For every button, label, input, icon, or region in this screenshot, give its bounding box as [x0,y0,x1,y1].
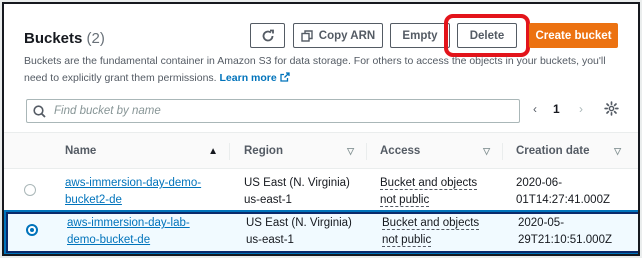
column-divider [366,143,367,160]
column-header-creation-date[interactable]: Creation date ▽ [516,133,621,169]
empty-label: Empty [402,29,438,42]
table-row[interactable]: aws-immersion-day-demo-bucket2-de US Eas… [4,169,638,212]
empty-button[interactable]: Empty [390,23,450,48]
bucket-access-text[interactable]: Bucket and objects not public [382,217,480,247]
delete-highlight-annotation [444,14,530,57]
column-label-region: Region [244,145,283,157]
bucket-name-link[interactable]: aws-immersion-day-lab-demo-bucket-de [67,215,217,249]
search-icon [33,104,46,118]
refresh-button[interactable] [250,23,285,48]
column-header-region[interactable]: Region ▽ [244,133,354,169]
copy-icon [301,29,313,42]
description-text: Buckets are the fundamental container in… [24,55,606,84]
pagination-page-number[interactable]: 1 [553,102,560,116]
learn-more-link[interactable]: Learn more [220,72,290,84]
search-input[interactable] [54,105,494,117]
row-select-radio-checked[interactable] [26,224,38,236]
pagination-next-button[interactable]: › [579,102,583,116]
create-bucket-label: Create bucket [535,29,612,42]
bucket-access: Bucket and objects not public [382,215,497,249]
title-text: Buckets [24,30,83,47]
external-link-icon [280,72,290,82]
column-label-name: Name [65,145,97,157]
copy-arn-label: Copy ARN [318,29,376,42]
row-select-radio[interactable] [24,184,36,196]
sort-caret-icon: ▽ [483,145,490,156]
column-divider [502,143,503,160]
bucket-count: (2) [86,30,105,47]
table-header: Name ▲ Region ▽ Access ▽ Creation date ▽ [4,133,638,169]
bucket-region: US East (N. Virginia) us-east-1 [246,217,352,246]
sort-caret-icon: ▽ [347,145,354,156]
column-divider [229,143,230,160]
column-header-name[interactable]: Name ▲ [65,133,218,169]
search-field[interactable] [26,99,520,123]
sort-ascending-icon: ▲ [208,145,218,157]
create-bucket-button[interactable]: Create bucket [529,23,618,48]
refresh-icon [262,29,274,41]
bucket-region: US East (N. Virginia) us-east-1 [244,177,350,206]
column-label-access: Access [380,145,421,157]
settings-gear-icon[interactable] [604,101,619,116]
column-label-creation-date: Creation date [516,145,590,157]
pagination-prev-button[interactable]: ‹ [533,102,537,116]
table-row-selected[interactable]: aws-immersion-day-lab-demo-bucket-de US … [4,210,638,254]
learn-more-label: Learn more [219,72,277,84]
page-title: Buckets (2) [24,30,105,47]
column-header-access[interactable]: Access ▽ [380,133,490,169]
bucket-access-text[interactable]: Bucket and objects not public [380,177,478,207]
sort-caret-icon: ▽ [614,145,621,156]
bucket-name-link[interactable]: aws-immersion-day-demo-bucket2-de [65,175,215,209]
buckets-panel: Buckets (2) Copy ARN Empty Delete Create… [2,2,640,256]
page-description: Buckets are the fundamental container in… [24,53,614,87]
bucket-creation-date: 2020-06-01T14:27:41.000Z [516,177,610,206]
copy-arn-button[interactable]: Copy ARN [293,23,383,48]
bucket-creation-date: 2020-05-29T21:10:51.000Z [518,217,612,246]
bucket-access: Bucket and objects not public [380,175,495,209]
